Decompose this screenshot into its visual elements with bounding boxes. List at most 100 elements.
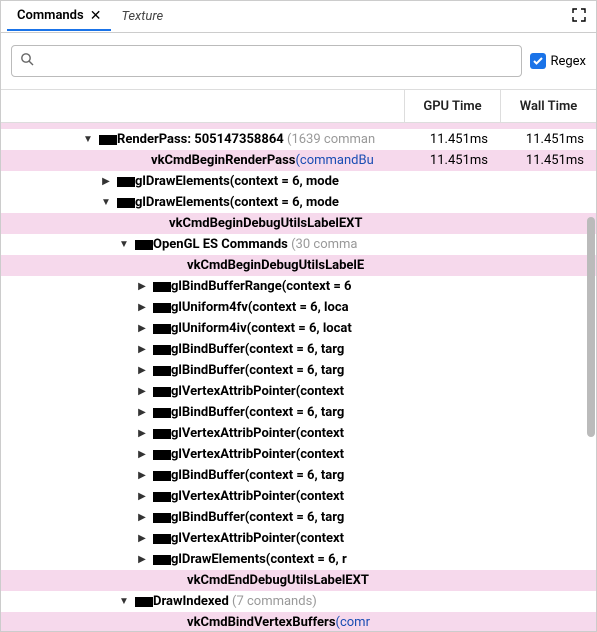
tree-row[interactable]: ▶ glDrawElements(context = 6, mode bbox=[1, 171, 596, 192]
tree-row[interactable]: vkCmdBeginRenderPass(commandBu11.451ms11… bbox=[1, 150, 596, 171]
checkbox-checked-icon bbox=[530, 53, 546, 69]
search-input[interactable] bbox=[40, 54, 513, 69]
redacted-icon bbox=[153, 450, 171, 460]
row-name: ▶ glVertexAttribPointer(context bbox=[1, 426, 404, 441]
row-name: ▶ glBindBuffer(context = 6, targ bbox=[1, 468, 404, 483]
redacted-icon bbox=[153, 282, 171, 292]
chevron-right-icon[interactable]: ▶ bbox=[135, 428, 149, 439]
tree-row[interactable]: vkCmdEndDebugUtilsLabelEXT bbox=[1, 570, 596, 591]
row-label: glBindBuffer(context = 6, targ bbox=[171, 405, 344, 420]
row-label: vkCmdBeginRenderPass(commandBu bbox=[151, 153, 374, 168]
chevron-down-icon[interactable]: ▼ bbox=[117, 596, 131, 607]
redacted-icon bbox=[153, 387, 171, 397]
tree-row[interactable]: ▶ glUniform4iv(context = 6, locat bbox=[1, 318, 596, 339]
tree-row[interactable]: ▶ glVertexAttribPointer(context bbox=[1, 528, 596, 549]
row-label: glDrawElements(context = 6, mode bbox=[135, 195, 339, 210]
row-name: ▼ RenderPass: 505147358864 (1639 comman bbox=[1, 132, 404, 147]
chevron-right-icon[interactable]: ▶ bbox=[135, 344, 149, 355]
close-icon[interactable]: ✕ bbox=[90, 9, 102, 23]
tree-row[interactable]: ▶ glBindBuffer(context = 6, targ bbox=[1, 465, 596, 486]
tree-body[interactable]: ▼ RenderPass: 505147358864 (1639 comman1… bbox=[1, 123, 596, 631]
row-name: vkCmdBeginDebugUtilsLabelE bbox=[1, 258, 404, 273]
row-name: ▶ glUniform4iv(context = 6, locat bbox=[1, 321, 404, 336]
tree-row[interactable]: ▶ glBindBufferRange(context = 6 bbox=[1, 276, 596, 297]
tree-row[interactable]: ▶ glDrawElements(context = 6, r bbox=[1, 549, 596, 570]
row-label: glBindBufferRange(context = 6 bbox=[171, 279, 352, 294]
chevron-right-icon[interactable]: ▶ bbox=[135, 491, 149, 502]
row-label: glBindBuffer(context = 6, targ bbox=[171, 342, 344, 357]
chevron-down-icon[interactable]: ▼ bbox=[117, 239, 131, 250]
param-link[interactable]: (comr bbox=[336, 615, 370, 630]
tree-row[interactable]: ▼ DrawIndexed (7 commands) bbox=[1, 591, 596, 612]
tree-row[interactable]: ▶ glUniform4fv(context = 6, loca bbox=[1, 297, 596, 318]
row-label: OpenGL ES Commands (30 comma bbox=[153, 237, 357, 252]
tab-texture[interactable]: Texture bbox=[111, 3, 173, 30]
table-header: GPU Time Wall Time bbox=[1, 89, 596, 123]
scrollbar-thumb[interactable] bbox=[587, 217, 595, 437]
redacted-icon bbox=[135, 597, 153, 607]
redacted-icon bbox=[153, 345, 171, 355]
row-name: ▶ glUniform4fv(context = 6, loca bbox=[1, 300, 404, 315]
row-name: ▼ glDrawElements(context = 6, mode bbox=[1, 195, 404, 210]
redacted-icon bbox=[99, 135, 117, 145]
tree-row[interactable]: vkCmdBindVertexBuffers(comr bbox=[1, 612, 596, 631]
chevron-right-icon[interactable]: ▶ bbox=[99, 176, 113, 187]
param-link[interactable]: (commandBu bbox=[295, 153, 373, 168]
row-label: vkCmdBeginDebugUtilsLabelE bbox=[187, 258, 364, 273]
tree-row[interactable]: ▶ glBindBuffer(context = 6, targ bbox=[1, 360, 596, 381]
chevron-right-icon[interactable]: ▶ bbox=[135, 407, 149, 418]
chevron-right-icon[interactable]: ▶ bbox=[135, 470, 149, 481]
row-name: ▶ glVertexAttribPointer(context bbox=[1, 531, 404, 546]
tree-row[interactable]: ▼ RenderPass: 505147358864 (1639 comman1… bbox=[1, 129, 596, 150]
tab-commands[interactable]: Commands ✕ bbox=[7, 2, 111, 31]
row-name: ▶ glBindBuffer(context = 6, targ bbox=[1, 363, 404, 378]
search-box[interactable] bbox=[11, 45, 522, 77]
chevron-right-icon[interactable]: ▶ bbox=[135, 386, 149, 397]
tree-row[interactable]: ▶ glVertexAttribPointer(context bbox=[1, 381, 596, 402]
chevron-right-icon[interactable]: ▶ bbox=[135, 281, 149, 292]
redacted-icon bbox=[153, 324, 171, 334]
chevron-right-icon[interactable]: ▶ bbox=[135, 323, 149, 334]
redacted-icon bbox=[153, 492, 171, 502]
chevron-right-icon[interactable]: ▶ bbox=[135, 449, 149, 460]
row-label: glVertexAttribPointer(context bbox=[171, 531, 344, 546]
row-name: ▶ glBindBuffer(context = 6, targ bbox=[1, 405, 404, 420]
tree-row[interactable]: ▶ glVertexAttribPointer(context bbox=[1, 444, 596, 465]
tree-row[interactable]: ▶ glVertexAttribPointer(context bbox=[1, 486, 596, 507]
tree-row[interactable]: ▶ glBindBuffer(context = 6, targ bbox=[1, 339, 596, 360]
tree-row[interactable]: vkCmdBeginDebugUtilsLabelEXT bbox=[1, 213, 596, 234]
regex-label: Regex bbox=[550, 54, 586, 69]
chevron-down-icon[interactable]: ▼ bbox=[81, 134, 95, 145]
redacted-icon bbox=[153, 471, 171, 481]
tree-row[interactable]: ▼ OpenGL ES Commands (30 comma bbox=[1, 234, 596, 255]
column-gpu-time[interactable]: GPU Time bbox=[404, 90, 500, 122]
row-label: vkCmdEndDebugUtilsLabelEXT bbox=[187, 573, 369, 588]
tree-row[interactable]: vkCmdBeginDebugUtilsLabelE bbox=[1, 255, 596, 276]
redacted-icon bbox=[153, 513, 171, 523]
redacted-icon bbox=[135, 240, 153, 250]
regex-toggle[interactable]: Regex bbox=[530, 53, 586, 69]
fullscreen-icon[interactable] bbox=[568, 4, 590, 30]
row-label: glDrawElements(context = 6, r bbox=[171, 552, 347, 567]
row-label: glBindBuffer(context = 6, targ bbox=[171, 468, 344, 483]
tree-row[interactable]: ▶ glBindBuffer(context = 6, targ bbox=[1, 507, 596, 528]
chevron-right-icon[interactable]: ▶ bbox=[135, 302, 149, 313]
row-label: glBindBuffer(context = 6, targ bbox=[171, 363, 344, 378]
row-name: ▶ glVertexAttribPointer(context bbox=[1, 384, 404, 399]
column-wall-time[interactable]: Wall Time bbox=[500, 90, 596, 122]
row-name: vkCmdBeginRenderPass(commandBu bbox=[1, 153, 404, 168]
row-name: ▶ glVertexAttribPointer(context bbox=[1, 447, 404, 462]
row-name: ▶ glDrawElements(context = 6, mode bbox=[1, 174, 404, 189]
row-name: ▼ OpenGL ES Commands (30 comma bbox=[1, 237, 404, 252]
chevron-down-icon[interactable]: ▼ bbox=[99, 197, 113, 208]
chevron-right-icon[interactable]: ▶ bbox=[135, 554, 149, 565]
tree-row[interactable]: ▼ glDrawElements(context = 6, mode bbox=[1, 192, 596, 213]
redacted-icon bbox=[117, 198, 135, 208]
chevron-right-icon[interactable]: ▶ bbox=[135, 533, 149, 544]
chevron-right-icon[interactable]: ▶ bbox=[135, 512, 149, 523]
tree-row[interactable]: ▶ glBindBuffer(context = 6, targ bbox=[1, 402, 596, 423]
row-label: glVertexAttribPointer(context bbox=[171, 447, 344, 462]
row-name: ▶ glVertexAttribPointer(context bbox=[1, 489, 404, 504]
chevron-right-icon[interactable]: ▶ bbox=[135, 365, 149, 376]
tree-row[interactable]: ▶ glVertexAttribPointer(context bbox=[1, 423, 596, 444]
